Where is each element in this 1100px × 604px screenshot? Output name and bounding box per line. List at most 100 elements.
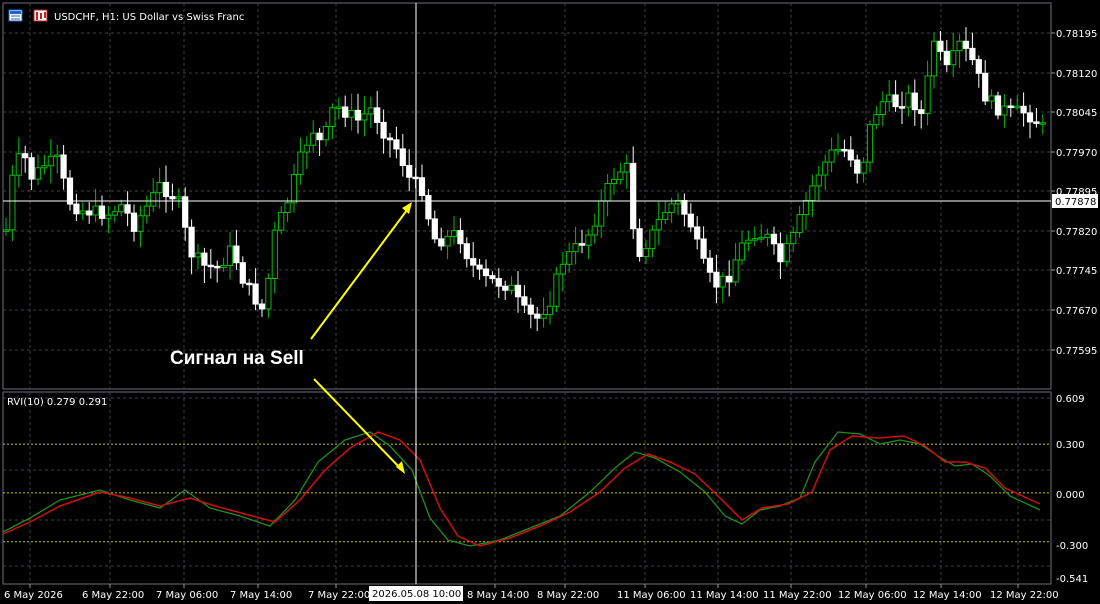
bear-candle[interactable] [342, 106, 349, 118]
bull-candle[interactable] [860, 161, 867, 174]
bull-candle[interactable] [150, 192, 157, 207]
bear-candle[interactable] [476, 264, 483, 270]
bull-candle[interactable] [815, 174, 822, 187]
bear-candle[interactable] [918, 109, 925, 114]
bull-candle[interactable] [92, 205, 99, 216]
bear-candle[interactable] [994, 95, 1002, 116]
bear-candle[interactable] [418, 177, 426, 196]
bear-candle[interactable] [66, 177, 74, 205]
bear-candle[interactable] [214, 265, 221, 269]
bull-candle[interactable] [2, 229, 10, 232]
bear-candle[interactable] [73, 203, 80, 215]
bull-candle[interactable] [137, 215, 144, 232]
bear-candle[interactable] [406, 165, 413, 178]
bear-candle[interactable] [124, 204, 131, 214]
bull-candle[interactable] [540, 314, 547, 319]
bear-candle[interactable] [252, 283, 259, 305]
bull-candle[interactable] [988, 95, 995, 102]
bull-candle[interactable] [105, 214, 112, 219]
bull-candle[interactable] [662, 211, 669, 221]
bull-candle[interactable] [802, 199, 810, 216]
bear-candle[interactable] [892, 94, 899, 108]
bear-candle[interactable] [898, 106, 906, 109]
bear-candle[interactable] [969, 47, 976, 61]
bear-candle[interactable] [502, 285, 509, 291]
bull-candle[interactable] [950, 50, 957, 66]
bull-candle[interactable] [655, 219, 662, 231]
bull-candle[interactable] [598, 200, 605, 227]
bull-candle[interactable] [297, 151, 304, 176]
bull-candle[interactable] [444, 235, 451, 247]
bull-candle[interactable] [1039, 122, 1046, 125]
bull-candle[interactable] [450, 230, 458, 237]
bull-candle[interactable] [54, 154, 61, 157]
bull-candle[interactable] [828, 149, 835, 163]
bull-candle[interactable] [745, 239, 752, 244]
bull-candle[interactable] [156, 181, 163, 194]
bear-candle[interactable] [482, 268, 490, 277]
bear-candle[interactable] [687, 213, 694, 228]
bull-candle[interactable] [668, 203, 675, 213]
bull-candle[interactable] [226, 245, 234, 267]
bull-candle[interactable] [783, 243, 790, 263]
bull-candle[interactable] [111, 211, 118, 216]
bear-candle[interactable] [374, 107, 381, 123]
bear-candle[interactable] [130, 212, 138, 232]
bear-candle[interactable] [514, 284, 522, 298]
bear-candle[interactable] [457, 230, 464, 245]
bull-candle[interactable] [15, 153, 22, 176]
bear-candle[interactable] [495, 278, 502, 287]
bear-candle[interactable] [630, 162, 637, 230]
bull-candle[interactable] [1014, 105, 1021, 109]
chart-type-icon[interactable] [33, 9, 48, 22]
bull-candle[interactable] [886, 94, 893, 103]
bear-candle[interactable] [636, 228, 643, 257]
bear-candle[interactable] [1020, 105, 1027, 114]
bull-candle[interactable] [79, 210, 86, 215]
bull-candle[interactable] [335, 106, 342, 109]
bear-candle[interactable] [188, 226, 195, 258]
bull-candle[interactable] [732, 259, 739, 283]
bull-candle[interactable] [546, 305, 554, 316]
bear-candle[interactable] [1033, 121, 1040, 124]
bull-candle[interactable] [617, 171, 624, 180]
bull-candle[interactable] [591, 225, 598, 236]
bull-candle[interactable] [9, 174, 16, 231]
bull-candle[interactable] [220, 265, 227, 268]
bear-candle[interactable] [777, 243, 784, 263]
bull-candle[interactable] [553, 273, 560, 307]
bear-candle[interactable] [1026, 112, 1034, 123]
bear-candle[interactable] [962, 40, 970, 49]
bull-candle[interactable] [143, 205, 150, 217]
bear-candle[interactable] [207, 264, 214, 268]
bear-candle[interactable] [841, 148, 848, 152]
bear-candle[interactable] [706, 257, 714, 273]
bull-candle[interactable] [758, 237, 765, 240]
bear-candle[interactable] [431, 218, 438, 240]
bear-candle[interactable] [694, 226, 701, 240]
bull-candle[interactable] [329, 107, 336, 127]
bull-candle[interactable] [873, 114, 880, 126]
chart-canvas[interactable]: 0.781950.781200.780450.779700.778950.778… [0, 0, 1100, 604]
bear-candle[interactable] [425, 194, 432, 220]
bull-candle[interactable] [559, 263, 566, 275]
bull-candle[interactable] [642, 248, 650, 257]
bear-candle[interactable] [521, 296, 528, 306]
bear-candle[interactable] [578, 243, 586, 246]
bull-candle[interactable] [604, 183, 611, 202]
bull-candle[interactable] [866, 124, 874, 163]
bear-candle[interactable] [463, 243, 470, 260]
bear-candle[interactable] [162, 181, 170, 198]
bull-candle[interactable] [303, 144, 310, 153]
bull-candle[interactable] [310, 132, 317, 146]
bull-candle[interactable] [924, 75, 931, 114]
bear-candle[interactable] [239, 262, 246, 284]
bull-candle[interactable] [41, 165, 48, 169]
bear-candle[interactable] [28, 157, 35, 180]
bull-candle[interactable] [809, 185, 816, 201]
bear-candle[interactable] [233, 245, 240, 264]
bull-candle[interactable] [508, 284, 515, 291]
bear-candle[interactable] [380, 121, 387, 139]
bull-candle[interactable] [751, 238, 758, 241]
bull-candle[interactable] [47, 155, 54, 167]
